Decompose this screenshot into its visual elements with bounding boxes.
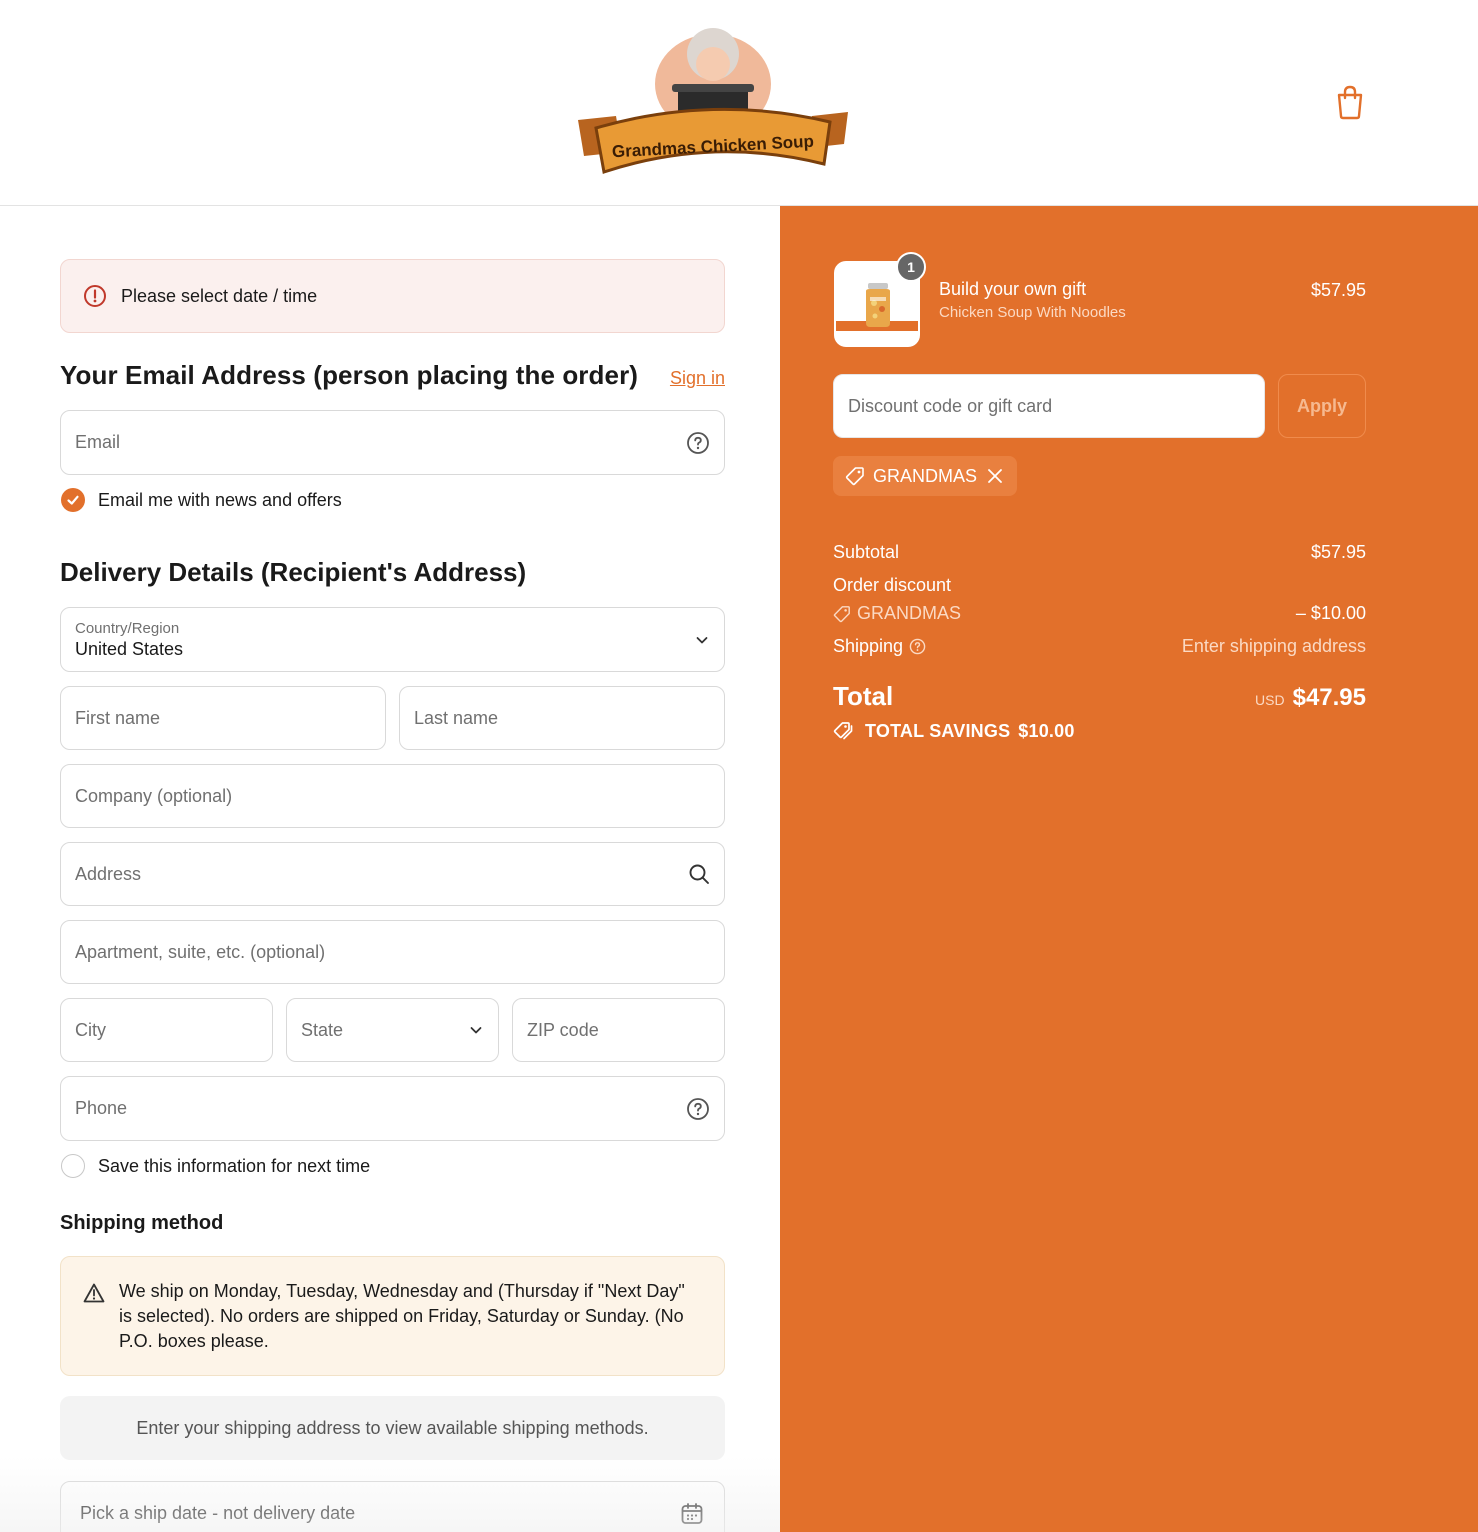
order-discount-value: – $10.00 bbox=[1295, 603, 1366, 623]
newsletter-row[interactable]: Email me with news and offers bbox=[61, 488, 342, 512]
delivery-heading: Delivery Details (Recipient's Address) bbox=[60, 557, 527, 587]
zip-field[interactable]: ZIP code bbox=[512, 998, 725, 1062]
chevron-down-icon bbox=[470, 1027, 482, 1034]
order-discount-code-wrap: GRANDMAS bbox=[833, 603, 961, 624]
discount-code-input[interactable]: Discount code or gift card bbox=[833, 374, 1265, 438]
applied-discount-code: GRANDMAS bbox=[873, 465, 978, 486]
calendar-icon bbox=[681, 1503, 703, 1524]
subtotal-value: $57.95 bbox=[1310, 542, 1366, 562]
order-summary: 1 Build your own gift Chicken Soup With … bbox=[780, 206, 1478, 1532]
subtotal-row: Subtotal $57.95 bbox=[833, 542, 1366, 563]
last-name-placeholder: Last name bbox=[414, 707, 499, 728]
order-discount-row: Order discount bbox=[833, 575, 1366, 596]
quantity-badge: 1 bbox=[896, 252, 926, 282]
warning-triangle-icon bbox=[83, 1283, 105, 1303]
shipping-warning-text: We ship on Monday, Tuesday, Wednesday an… bbox=[119, 1281, 685, 1351]
tag-icon bbox=[845, 467, 864, 486]
first-name-field[interactable]: First name bbox=[60, 686, 386, 750]
newsletter-checkbox[interactable] bbox=[61, 488, 85, 512]
total-savings: TOTAL SAVINGS $10.00 bbox=[833, 720, 1075, 742]
address-field[interactable]: Address bbox=[60, 842, 725, 906]
apartment-placeholder: Apartment, suite, etc. (optional) bbox=[75, 941, 326, 962]
savings-label: TOTAL SAVINGS bbox=[865, 720, 1011, 741]
subtotal-label: Subtotal bbox=[833, 542, 900, 562]
discount-placeholder: Discount code or gift card bbox=[848, 395, 1053, 416]
total-label: Total bbox=[833, 681, 894, 711]
city-placeholder: City bbox=[75, 1019, 106, 1040]
shipping-warning: We ship on Monday, Tuesday, Wednesday an… bbox=[60, 1256, 725, 1376]
email-heading: Your Email Address (person placing the o… bbox=[60, 360, 639, 390]
shipping-label-wrap: Shipping bbox=[833, 636, 926, 657]
error-alert-text: Please select date / time bbox=[121, 285, 318, 306]
tags-icon bbox=[833, 722, 853, 740]
last-name-field[interactable]: Last name bbox=[399, 686, 725, 750]
email-field[interactable]: Email bbox=[60, 410, 725, 475]
total-value: $47.95 bbox=[1292, 684, 1366, 711]
save-info-label: Save this information for next time bbox=[98, 1155, 371, 1176]
tag-icon bbox=[833, 605, 850, 622]
zip-placeholder: ZIP code bbox=[527, 1019, 599, 1040]
item-name: Build your own gift bbox=[939, 279, 1087, 299]
savings-value: $10.00 bbox=[1018, 720, 1075, 741]
chevron-down-icon bbox=[696, 636, 708, 643]
order-discount-code-row: GRANDMAS – $10.00 bbox=[833, 603, 1366, 624]
shipping-value: Enter shipping address bbox=[1181, 636, 1366, 656]
soup-jar-image bbox=[866, 283, 890, 327]
country-select[interactable]: Country/Region United States bbox=[60, 607, 725, 672]
error-circle-icon bbox=[84, 285, 106, 307]
header: Grandmas Chicken Soup bbox=[0, 0, 1478, 206]
order-discount-label: Order discount bbox=[833, 575, 952, 595]
save-info-row[interactable]: Save this information for next time bbox=[61, 1154, 370, 1178]
state-placeholder: State bbox=[301, 1019, 344, 1040]
close-icon[interactable] bbox=[987, 468, 1003, 484]
shipping-row: Shipping Enter shipping address bbox=[833, 636, 1366, 657]
city-field[interactable]: City bbox=[60, 998, 273, 1062]
phone-field[interactable]: Phone bbox=[60, 1076, 725, 1141]
country-value: United States bbox=[75, 638, 184, 659]
email-placeholder: Email bbox=[75, 432, 121, 452]
shipping-methods-empty: Enter your shipping address to view avai… bbox=[60, 1396, 725, 1460]
apply-discount-button[interactable]: Apply bbox=[1278, 374, 1366, 438]
save-info-checkbox[interactable] bbox=[61, 1154, 85, 1178]
apartment-field[interactable]: Apartment, suite, etc. (optional) bbox=[60, 920, 725, 984]
help-circle-icon[interactable] bbox=[909, 638, 926, 655]
shipping-method-heading: Shipping method bbox=[60, 1212, 224, 1234]
order-discount-code: GRANDMAS bbox=[857, 603, 962, 623]
newsletter-label: Email me with news and offers bbox=[98, 489, 342, 510]
ship-date-label: Pick a ship date - not delivery date bbox=[80, 1502, 356, 1523]
checkout-form: Please select date / time Your Email Add… bbox=[0, 206, 780, 1532]
first-name-placeholder: First name bbox=[75, 707, 161, 728]
shipping-empty-text: Enter your shipping address to view avai… bbox=[136, 1417, 649, 1438]
company-field[interactable]: Company (optional) bbox=[60, 764, 725, 828]
item-price: $57.95 bbox=[1310, 280, 1366, 300]
brand-logo[interactable]: Grandmas Chicken Soup bbox=[572, 24, 854, 180]
currency-code: USD bbox=[1255, 692, 1285, 708]
shopping-bag-icon[interactable] bbox=[1334, 84, 1366, 120]
checkmark-icon bbox=[67, 495, 79, 505]
total-amount-wrap: USD $47.95 bbox=[1255, 684, 1366, 712]
help-circle-icon[interactable] bbox=[686, 431, 710, 455]
shipping-label: Shipping bbox=[833, 636, 904, 656]
sign-in-link[interactable]: Sign in bbox=[670, 368, 725, 389]
address-placeholder: Address bbox=[75, 863, 142, 884]
phone-placeholder: Phone bbox=[75, 1098, 128, 1118]
search-icon bbox=[689, 864, 709, 884]
applied-discount-chip: GRANDMAS bbox=[833, 456, 1018, 496]
help-circle-icon[interactable] bbox=[686, 1097, 710, 1121]
country-label: Country/Region bbox=[75, 619, 180, 637]
error-alert: Please select date / time bbox=[60, 259, 725, 333]
state-select[interactable]: State bbox=[286, 998, 499, 1062]
item-variant: Chicken Soup With Noodles bbox=[939, 304, 1126, 321]
ship-date-picker[interactable]: Pick a ship date - not delivery date bbox=[60, 1481, 725, 1532]
company-placeholder: Company (optional) bbox=[75, 785, 233, 806]
total-row: Total USD $47.95 bbox=[833, 681, 1366, 712]
